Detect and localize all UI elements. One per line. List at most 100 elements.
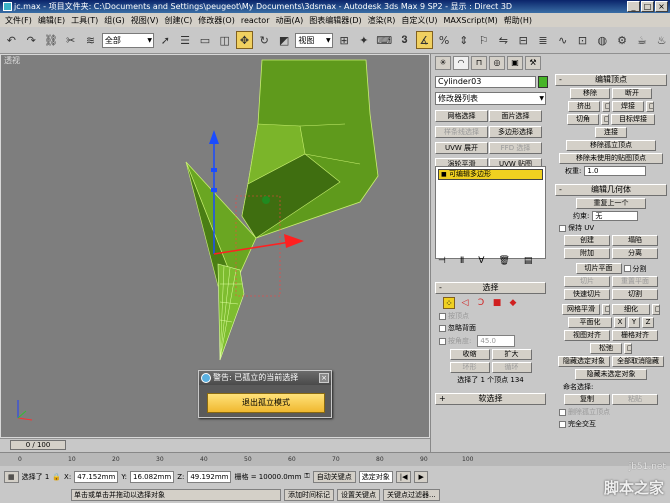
menu-rendering[interactable]: 渲染(R) — [365, 15, 399, 26]
menu-create[interactable]: 创建(C) — [161, 15, 195, 26]
show-end-result-icon[interactable]: Ⅱ — [460, 256, 464, 266]
menu-animation[interactable]: 动画(A) — [272, 15, 306, 26]
edit-geometry-rollout-header[interactable]: 编辑几何体 — [555, 184, 667, 196]
modify-tab-icon[interactable]: ◠ — [453, 56, 469, 70]
border-mode-icon[interactable]: Ↄ — [475, 297, 487, 309]
dialog-close-button[interactable]: × — [319, 373, 329, 383]
ring-button[interactable]: 环形 — [449, 362, 490, 373]
remove-unused-map-verts-button[interactable]: 移除未使用的贴图顶点 — [559, 153, 663, 164]
edit-vertices-rollout-header[interactable]: 编辑顶点 — [555, 74, 667, 86]
weld-button[interactable]: 焊接 — [612, 101, 644, 112]
configure-icon[interactable]: ▤ — [524, 256, 533, 266]
menu-tools[interactable]: 工具(T) — [68, 15, 101, 26]
x-coordinate-field[interactable]: 47.152mm — [74, 470, 119, 483]
hierarchy-tab-icon[interactable]: ⊓ — [471, 56, 487, 70]
chamfer-button[interactable]: 切角 — [567, 114, 599, 125]
patch-select-button[interactable]: 面片选择 — [489, 110, 542, 122]
delete-isolated-checkbox[interactable]: 删除孤立顶点 — [559, 407, 667, 417]
remove-modifier-icon[interactable]: 🗑 — [498, 256, 509, 266]
paste-button[interactable]: 粘贴 — [612, 394, 658, 405]
split-checkbox[interactable]: 分割 — [623, 263, 647, 274]
extrude-button[interactable]: 挤出 — [568, 101, 600, 112]
window-crossing-icon[interactable]: ◫ — [216, 31, 233, 49]
modifier-list-dropdown[interactable]: 修改器列表 — [435, 92, 546, 105]
exit-isolate-button[interactable]: 退出孤立模式 — [207, 393, 325, 413]
uvw-unwrap-button[interactable]: UVW 展开 — [435, 142, 488, 154]
redo-icon[interactable]: ↷ — [23, 31, 40, 49]
angle-snap-icon[interactable]: ∡ — [415, 31, 433, 49]
reference-coord-dropdown[interactable]: 视图 — [295, 32, 333, 48]
soft-selection-rollout-header[interactable]: 软选择 — [435, 393, 546, 405]
copy-button[interactable]: 复制 — [564, 394, 610, 405]
detach-button[interactable]: 分离 — [612, 248, 658, 259]
bind-icon[interactable]: ≋ — [82, 31, 99, 49]
target-weld-button[interactable]: 目标焊接 — [611, 114, 655, 125]
chamfer-settings-button[interactable]: □ — [601, 114, 609, 125]
break-button[interactable]: 断开 — [612, 88, 652, 99]
cut-button[interactable]: 切割 — [612, 289, 658, 300]
msmooth-settings-button[interactable]: □ — [602, 304, 610, 315]
polygon-mode-icon[interactable]: ■ — [491, 297, 503, 309]
weld-settings-button[interactable]: □ — [646, 101, 654, 112]
menu-edit[interactable]: 编辑(E) — [35, 15, 68, 26]
full-interactivity-checkbox[interactable]: 完全交互 — [559, 419, 667, 429]
vertex-mode-icon[interactable]: ⁘ — [443, 297, 455, 309]
object-name-field[interactable]: Cylinder03 — [435, 76, 536, 88]
constraints-dropdown[interactable]: 无 — [592, 211, 639, 221]
shrink-button[interactable]: 收缩 — [449, 349, 490, 360]
remove-isolated-vertices-button[interactable]: 移除孤立顶点 — [566, 140, 656, 151]
grow-button[interactable]: 扩大 — [491, 349, 532, 360]
create-button[interactable]: 创建 — [564, 235, 610, 246]
ignore-backfacing-checkbox[interactable]: 忽略背面 — [439, 323, 546, 333]
hide-unselected-button[interactable]: 隐藏未选定对象 — [575, 369, 647, 380]
material-icon[interactable]: ◍ — [594, 31, 611, 49]
grid-align-button[interactable]: 栅格对齐 — [612, 330, 658, 341]
tessellate-button[interactable]: 细化 — [612, 304, 650, 315]
scale-icon[interactable]: ◩ — [276, 31, 293, 49]
slice-plane-button[interactable]: 切片平面 — [575, 263, 622, 274]
display-tab-icon[interactable]: ▣ — [507, 56, 523, 70]
menu-help[interactable]: 帮助(H) — [501, 15, 535, 26]
z-coordinate-field[interactable]: 49.192mm — [187, 470, 232, 483]
preserve-uvs-checkbox[interactable]: 保持 UV — [559, 223, 667, 233]
auto-key-mode-dropdown[interactable]: 选定对象 — [358, 470, 393, 483]
collapse-button[interactable]: 塌陷 — [612, 235, 658, 246]
planar-z-button[interactable]: Z — [642, 317, 654, 328]
select-by-name-icon[interactable]: ☰ — [177, 31, 194, 49]
time-slider[interactable]: 0 / 100 — [10, 440, 66, 450]
angle-value-field[interactable]: 45.0 — [477, 335, 516, 347]
curve-editor-icon[interactable]: ∿ — [554, 31, 571, 49]
maximize-button[interactable]: □ — [641, 1, 654, 12]
mesh-select-button[interactable]: 网格选择 — [435, 110, 488, 122]
set-key-button[interactable]: 设置关键点 — [337, 488, 380, 501]
menu-modifiers[interactable]: 修改器(O) — [195, 15, 238, 26]
menu-file[interactable]: 文件(F) — [2, 15, 35, 26]
create-tab-icon[interactable]: ✳ — [435, 56, 451, 70]
percent-snap-icon[interactable]: % — [436, 31, 453, 49]
motion-tab-icon[interactable]: ◎ — [489, 56, 505, 70]
selection-filter-dropdown[interactable]: 全部 — [101, 32, 154, 48]
poly-select-button[interactable]: 多边形选择 — [489, 126, 542, 138]
selection-rollout-header[interactable]: 选择 — [435, 282, 546, 294]
msmooth-button[interactable]: 网格平滑 — [562, 304, 600, 315]
make-unique-icon[interactable]: ∀ — [478, 256, 484, 266]
make-planar-button[interactable]: 平面化 — [568, 317, 612, 328]
key-filters-button[interactable]: 关键点过滤器... — [383, 488, 440, 501]
quick-render-icon[interactable]: ♨ — [653, 31, 670, 49]
schematic-icon[interactable]: ⊡ — [574, 31, 591, 49]
attach-button[interactable]: 附加 — [564, 248, 610, 259]
manipulate-icon[interactable]: ✦ — [355, 31, 372, 49]
menu-maxscript[interactable]: MAXScript(M) — [441, 16, 501, 25]
select-icon[interactable]: ➚ — [157, 31, 174, 49]
extrude-settings-button[interactable]: □ — [602, 101, 610, 112]
pivot-icon[interactable]: ⊞ — [336, 31, 353, 49]
snap-icon[interactable]: 𝟑 — [396, 31, 413, 49]
hide-selected-button[interactable]: 隐藏选定对象 — [558, 356, 610, 367]
menu-reactor[interactable]: reactor — [238, 16, 273, 25]
keyboard-icon[interactable]: ⌨ — [375, 31, 393, 49]
track-ruler[interactable]: 0 10 20 30 40 50 60 70 80 90 100 — [0, 452, 670, 466]
close-button[interactable]: × — [655, 1, 668, 12]
relax-button[interactable]: 松弛 — [590, 343, 622, 354]
reset-plane-button[interactable]: 重置平面 — [612, 276, 658, 287]
spinner-snap-icon[interactable]: ⇕ — [455, 31, 472, 49]
